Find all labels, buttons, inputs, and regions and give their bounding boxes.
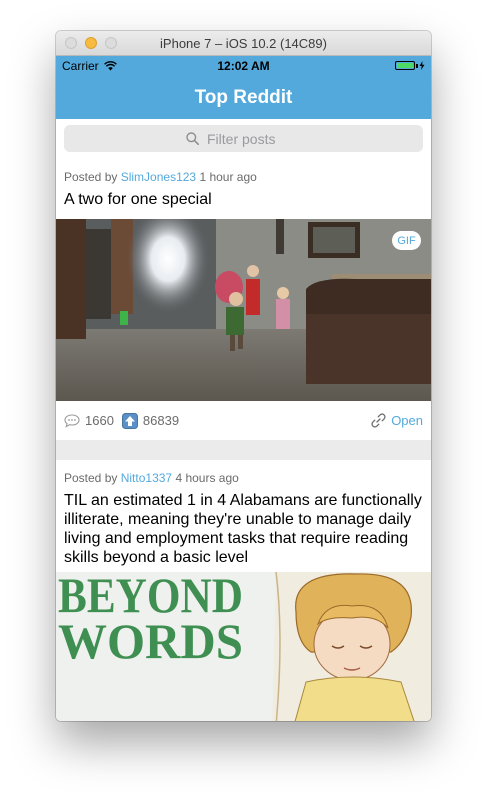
charging-bolt-icon [419, 61, 425, 70]
gif-badge: GIF [392, 231, 421, 250]
post-actions: 1660 86839 Open [56, 401, 431, 440]
book-cover-text-line2: WORDS [58, 613, 243, 669]
search-bar [56, 119, 431, 159]
post-time: 1 hour ago [199, 170, 257, 184]
post-thumbnail[interactable]: GIF [56, 219, 431, 401]
post-gif-image [56, 219, 431, 401]
link-icon [371, 413, 386, 428]
post-time: 4 hours ago [175, 471, 239, 485]
window-titlebar: iPhone 7 – iOS 10.2 (14C89) [56, 31, 431, 56]
nav-title: Top Reddit [194, 86, 293, 108]
upvote-count[interactable]: 86839 [121, 412, 180, 429]
comment-bubble-icon [64, 413, 80, 428]
post-card[interactable]: Posted by SlimJones123 1 hour ago A two … [56, 159, 431, 440]
search-icon [186, 132, 199, 145]
post-author-link[interactable]: Nitto1337 [121, 471, 172, 485]
app-screen: Carrier 12:02 AM Top Reddit Filter posts… [56, 56, 431, 721]
post-meta: Posted by Nitto1337 4 hours ago [56, 460, 431, 485]
status-bar: Carrier 12:02 AM [56, 56, 431, 76]
navigation-bar: Top Reddit [56, 76, 431, 119]
window-title: iPhone 7 – iOS 10.2 (14C89) [160, 36, 327, 51]
upvote-arrow-icon [121, 412, 138, 429]
posted-by-label: Posted by [64, 471, 118, 485]
post-author-link[interactable]: SlimJones123 [121, 170, 196, 184]
post-title[interactable]: A two for one special [56, 184, 431, 219]
post-book-cover-image: BEYOND WORDS [56, 572, 431, 721]
status-time: 12:02 AM [217, 59, 270, 73]
post-meta: Posted by SlimJones123 1 hour ago [56, 159, 431, 184]
post-card[interactable]: Posted by Nitto1337 4 hours ago TIL an e… [56, 460, 431, 721]
post-thumbnail[interactable]: BEYOND WORDS [56, 572, 431, 721]
post-divider [56, 440, 431, 460]
comments-count[interactable]: 1660 [64, 413, 114, 428]
posted-by-label: Posted by [64, 170, 118, 184]
search-field[interactable] [64, 125, 423, 152]
simulator-window: iPhone 7 – iOS 10.2 (14C89) Carrier 12:0… [56, 31, 431, 721]
post-title[interactable]: TIL an estimated 1 in 4 Alabamans are fu… [56, 485, 431, 572]
comments-count-label: 1660 [85, 413, 114, 428]
battery-icon [395, 61, 425, 70]
open-link-button[interactable]: Open [371, 413, 423, 428]
search-input[interactable] [205, 129, 301, 148]
open-label: Open [391, 413, 423, 428]
upvote-count-label: 86839 [142, 413, 180, 428]
